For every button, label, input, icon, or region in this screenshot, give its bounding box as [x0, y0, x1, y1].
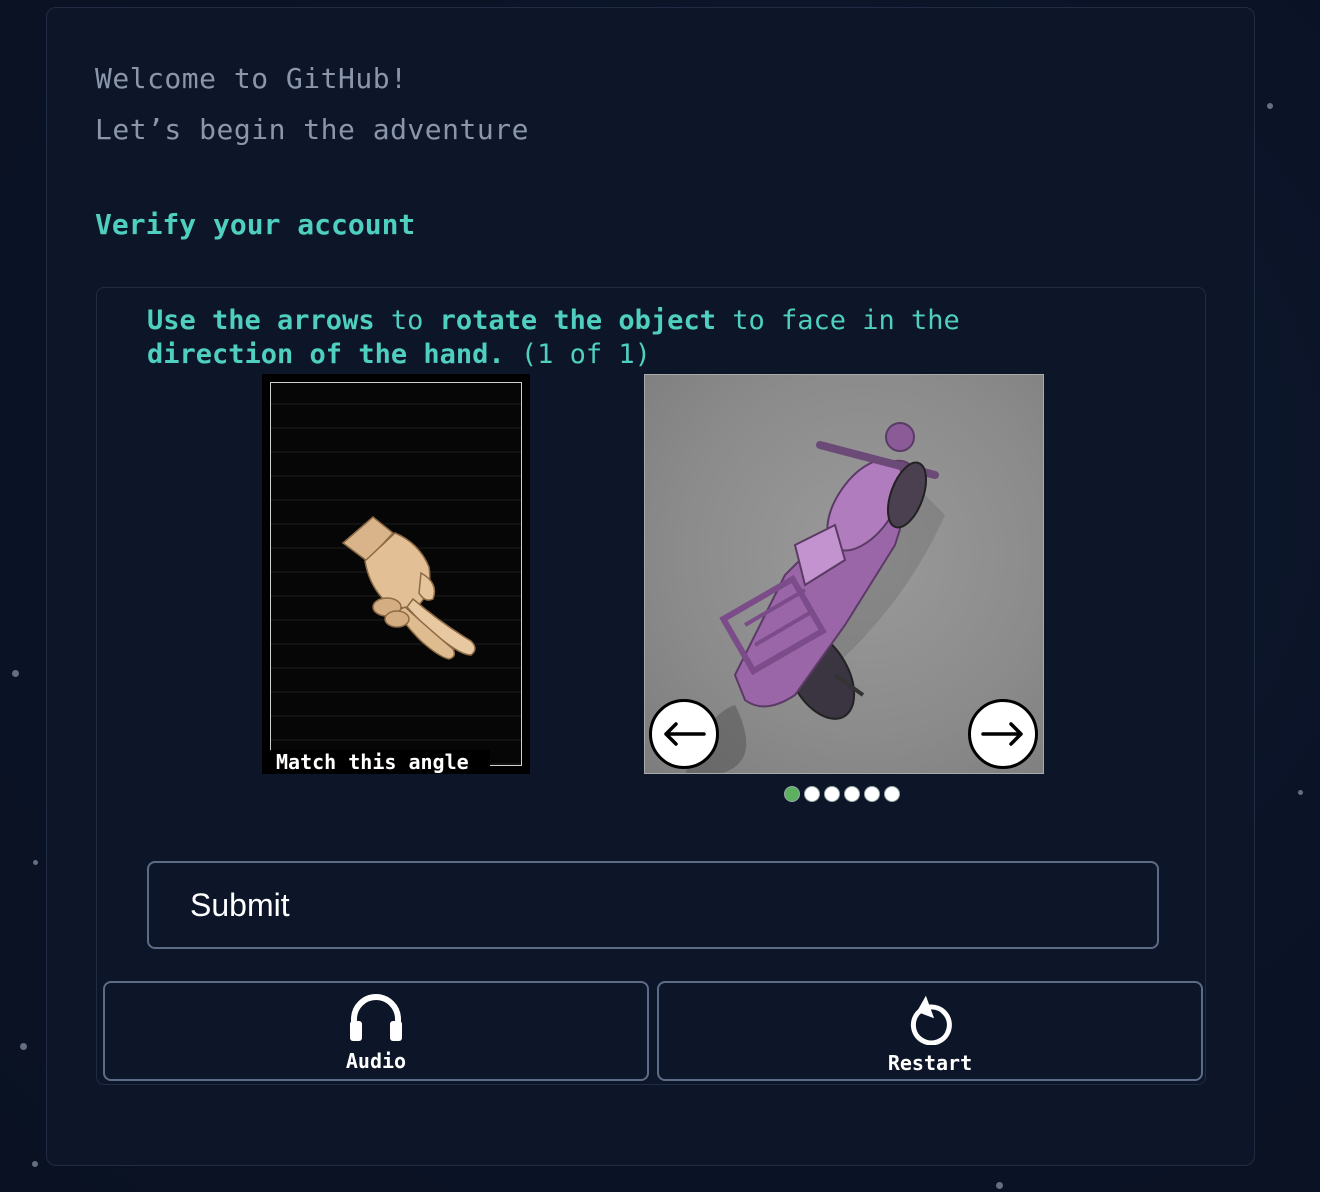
restart-button[interactable]: Restart: [657, 981, 1203, 1081]
restart-icon: [910, 995, 952, 1045]
rotate-right-button[interactable]: [968, 699, 1038, 769]
restart-label: Restart: [887, 1051, 973, 1075]
instruction-part: rotate the object: [439, 305, 716, 336]
instruction-part: to: [374, 305, 440, 336]
audio-button[interactable]: Audio: [103, 981, 649, 1081]
headphones-icon: [350, 994, 402, 1041]
pointing-hand-icon: [341, 516, 476, 660]
reference-label: Match this angle: [264, 750, 490, 774]
verify-title: Verify your account: [95, 208, 416, 241]
progress-dot: [804, 786, 820, 802]
progress-dot: [824, 786, 840, 802]
progress-dot: [884, 786, 900, 802]
welcome-subtitle: Let’s begin the adventure: [95, 113, 529, 146]
instruction-part: to face in the: [715, 305, 960, 336]
welcome-heading: Welcome to GitHub!: [95, 62, 408, 95]
hand-picture: [270, 382, 522, 766]
progress-dot: [844, 786, 860, 802]
progress-dot: [864, 786, 880, 802]
captcha-instruction: Use the arrows to rotate the object to f…: [147, 304, 1047, 372]
rotate-left-button[interactable]: [649, 699, 719, 769]
arrow-right-icon: [981, 722, 1023, 746]
arrow-left-icon: [664, 722, 706, 746]
instruction-part: direction of the hand.: [147, 339, 505, 370]
audio-label: Audio: [345, 1049, 407, 1073]
reference-image: [262, 374, 530, 774]
progress-dots: [784, 786, 900, 802]
submit-button[interactable]: Submit: [147, 861, 1159, 949]
instruction-part: (1 of 1): [504, 339, 651, 370]
progress-dot: [784, 786, 800, 802]
instruction-part: Use the arrows: [147, 305, 375, 336]
